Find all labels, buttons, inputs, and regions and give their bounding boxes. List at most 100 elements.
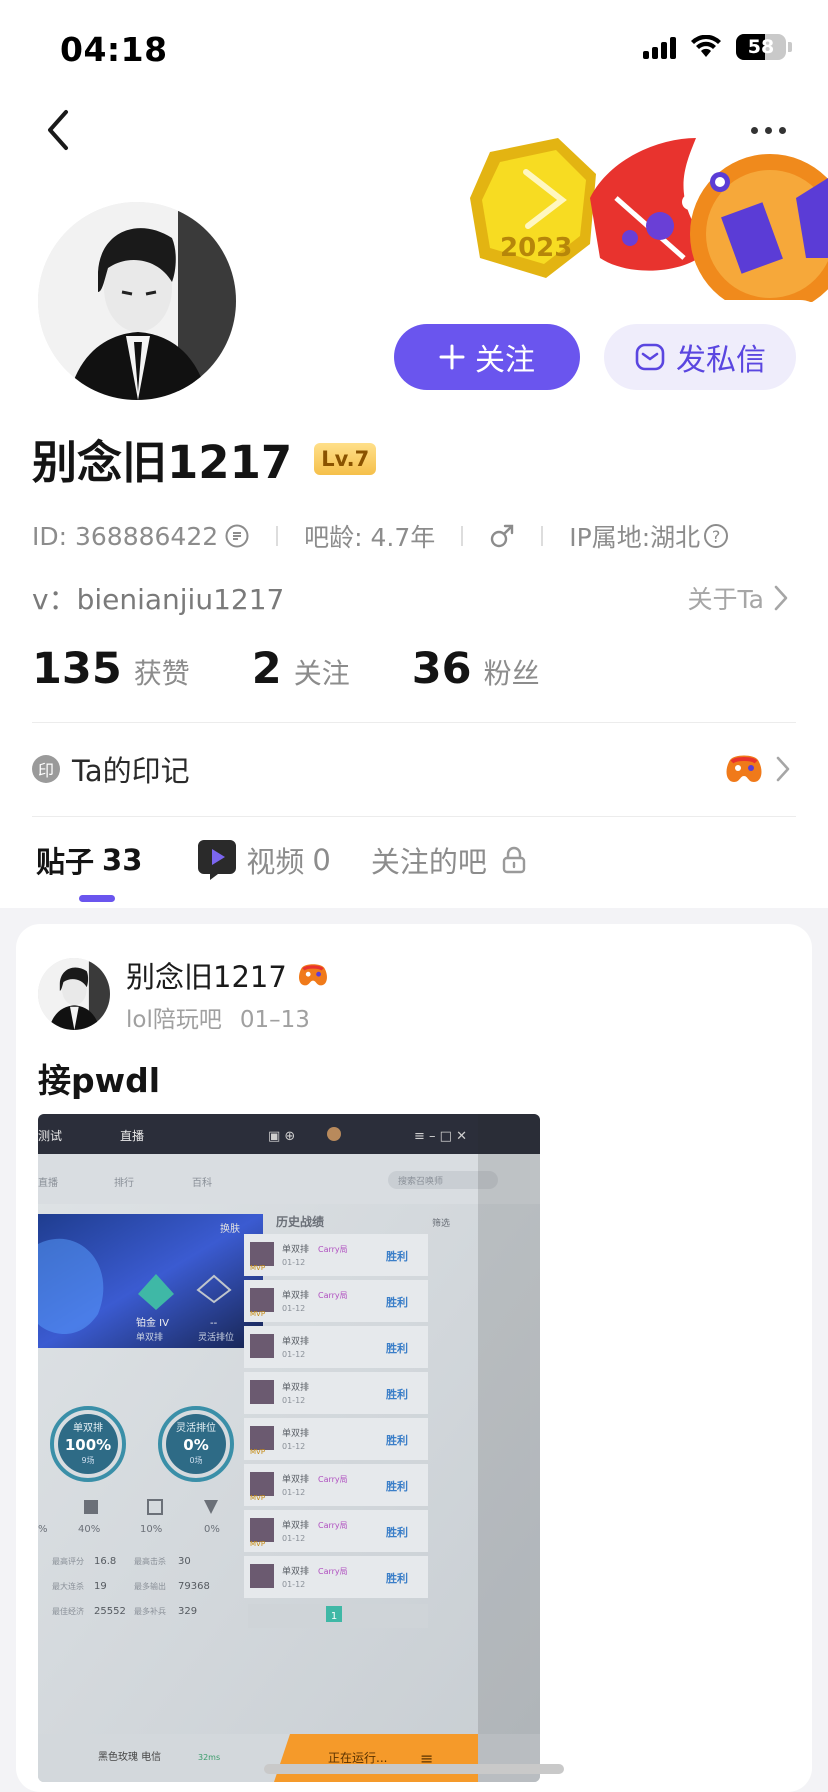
photo-stat-cell: 最多输出 [134,1581,166,1591]
photo-pct: 0% [204,1524,220,1535]
svg-text:≡ – □ ✕: ≡ – □ ✕ [414,1129,467,1144]
photo-match-mode: 单双排 [282,1473,309,1485]
profile-name: 别念旧1217 [32,436,293,489]
photo-pct: % [38,1524,48,1535]
photo-stat-cell: 329 [178,1606,197,1617]
svg-text:▣ ⊕: ▣ ⊕ [268,1129,295,1144]
stat-fans[interactable]: 36 粉丝 [412,644,540,694]
v-account: v：bienianjiu1217 [32,583,285,616]
post-forum[interactable]: lol陪玩吧 [126,1007,222,1033]
yinji-row[interactable]: 印 Ta的印记 [32,748,190,790]
photo-match-tag: Carry局 [318,1521,348,1530]
cellular-signal-icon [643,35,676,59]
post-author-avatar[interactable] [38,958,110,1030]
photo-stat-cell: 最多补兵 [134,1606,166,1616]
photo-match-champion [250,1288,274,1312]
home-indicator [264,1764,564,1774]
post-title[interactable]: 接pwdl [38,1054,160,1102]
back-button[interactable] [36,106,84,154]
photo-match-mvp: MVP [250,1540,265,1548]
chevron-right-icon [776,756,790,782]
photo-match-date: 01-12 [282,1580,305,1589]
photo-server: 黑色玫瑰 电信 [98,1750,161,1763]
badge-orange-icon [690,154,828,302]
photo-match-champion [250,1334,274,1358]
stat-following-count: 2 [251,644,282,694]
photo-circle2-sub: 0场 [189,1456,202,1465]
profile-name-row: 别念旧1217 Lv.7 [32,426,377,491]
follow-label: 关注 [475,343,535,378]
help-icon[interactable]: ? [704,524,729,548]
svg-text:2023: 2023 [500,233,572,263]
tab-followed-bars[interactable]: 关注的吧 [371,839,527,881]
photo-stat-cell: 30 [178,1556,191,1567]
photo-match-tag: Carry局 [318,1475,348,1484]
tab-videos-count: 0 [312,843,331,877]
photo-match-result: 胜利 [385,1479,408,1493]
stat-likes[interactable]: 135 获赞 [32,644,190,694]
post-image[interactable]: 测试 直播 ▣ ⊕ ≡ – □ ✕ 搜索召唤师 直播 排行 百科 换肤 铂金 I… [38,1114,540,1782]
photo-match-mvp: MVP [250,1448,265,1456]
battery-percent: 58 [747,36,775,58]
stat-fans-count: 36 [411,644,472,694]
message-label: 发私信 [676,343,766,378]
profile-stats: 135 获赞 2 关注 36 粉丝 [32,644,602,694]
post-date: 01–13 [239,1007,310,1033]
photo-match-result: 胜利 [385,1433,408,1447]
photo-match-date: 01-12 [282,1304,305,1313]
photo-match-champion [250,1242,274,1266]
post-author-name[interactable]: 别念旧1217 [126,954,287,996]
photo-running: 正在运行... [328,1751,387,1765]
stat-following[interactable]: 2 关注 [252,644,350,694]
photo-circle2-value: 0% [183,1436,208,1454]
photo-nav-2: 排行 [114,1176,134,1189]
photo-rank1-sub: 单双排 [136,1331,163,1343]
tab-posts[interactable]: 贴子 33 [36,839,142,881]
video-play-icon [198,840,237,880]
avatar-image [38,958,110,1030]
photo-circle1-label: 单双排 [73,1421,103,1434]
yinji-label: Ta的印记 [72,754,190,788]
yinji-badges[interactable] [724,752,792,786]
photo-stat-cell: 25552 [94,1606,126,1617]
follow-button[interactable]: 关注 [394,324,580,390]
badges-decoration[interactable]: 2023 [470,138,828,302]
photo-match-result: 胜利 [385,1295,408,1309]
photo-match-result: 胜利 [385,1341,408,1355]
photo-match-champion [250,1472,274,1496]
photo-match-mode: 单双排 [282,1427,309,1439]
photo-history: 历史战绩 [276,1214,324,1229]
bar-age: 吧龄: 4.7年 [304,523,436,552]
avatar[interactable] [38,202,236,400]
photo-match-tag: Carry局 [318,1291,348,1300]
about-link[interactable]: 关于Ta [688,580,790,616]
about-label: 关于Ta [687,585,764,614]
photo-match-champion [250,1426,274,1450]
photo-stat-cell: 最高击杀 [134,1556,166,1566]
photo-match-mode: 单双排 [282,1381,309,1393]
photo-match-mvp: MVP [250,1264,265,1272]
stat-following-label: 关注 [293,657,350,690]
message-button[interactable]: 发私信 [604,324,796,390]
battery-icon: 58 [736,34,786,60]
chevron-left-icon [48,110,68,150]
tab-posts-count: 33 [102,843,143,877]
photo-skin: 换肤 [220,1222,240,1235]
photo-match-date: 01-12 [282,1350,305,1359]
stat-likes-label: 获赞 [133,657,190,690]
photo-match-tag: Carry局 [318,1245,348,1254]
post-card[interactable]: 别念旧1217 lol陪玩吧 01–13 接pwdl 测试 直播 ▣ ⊕ ≡ –… [16,924,812,1792]
copy-icon[interactable] [224,523,250,549]
photo-pct: 10% [140,1524,162,1535]
photo-search: 搜索召唤师 [398,1175,443,1187]
photo-tab-test: 测试 [38,1128,62,1143]
photo-match-result: 胜利 [385,1249,408,1263]
photo-match-date: 01-12 [282,1258,305,1267]
photo-page: 1 [331,1611,337,1622]
tab-followed-bars-label: 关注的吧 [370,845,487,879]
photo-match-date: 01-12 [282,1396,305,1405]
ip-location: IP属地:湖北 [569,523,701,552]
tab-videos[interactable]: 视频 0 [196,838,331,882]
photo-nav-1: 直播 [38,1176,58,1189]
chevron-right-icon [774,585,788,611]
